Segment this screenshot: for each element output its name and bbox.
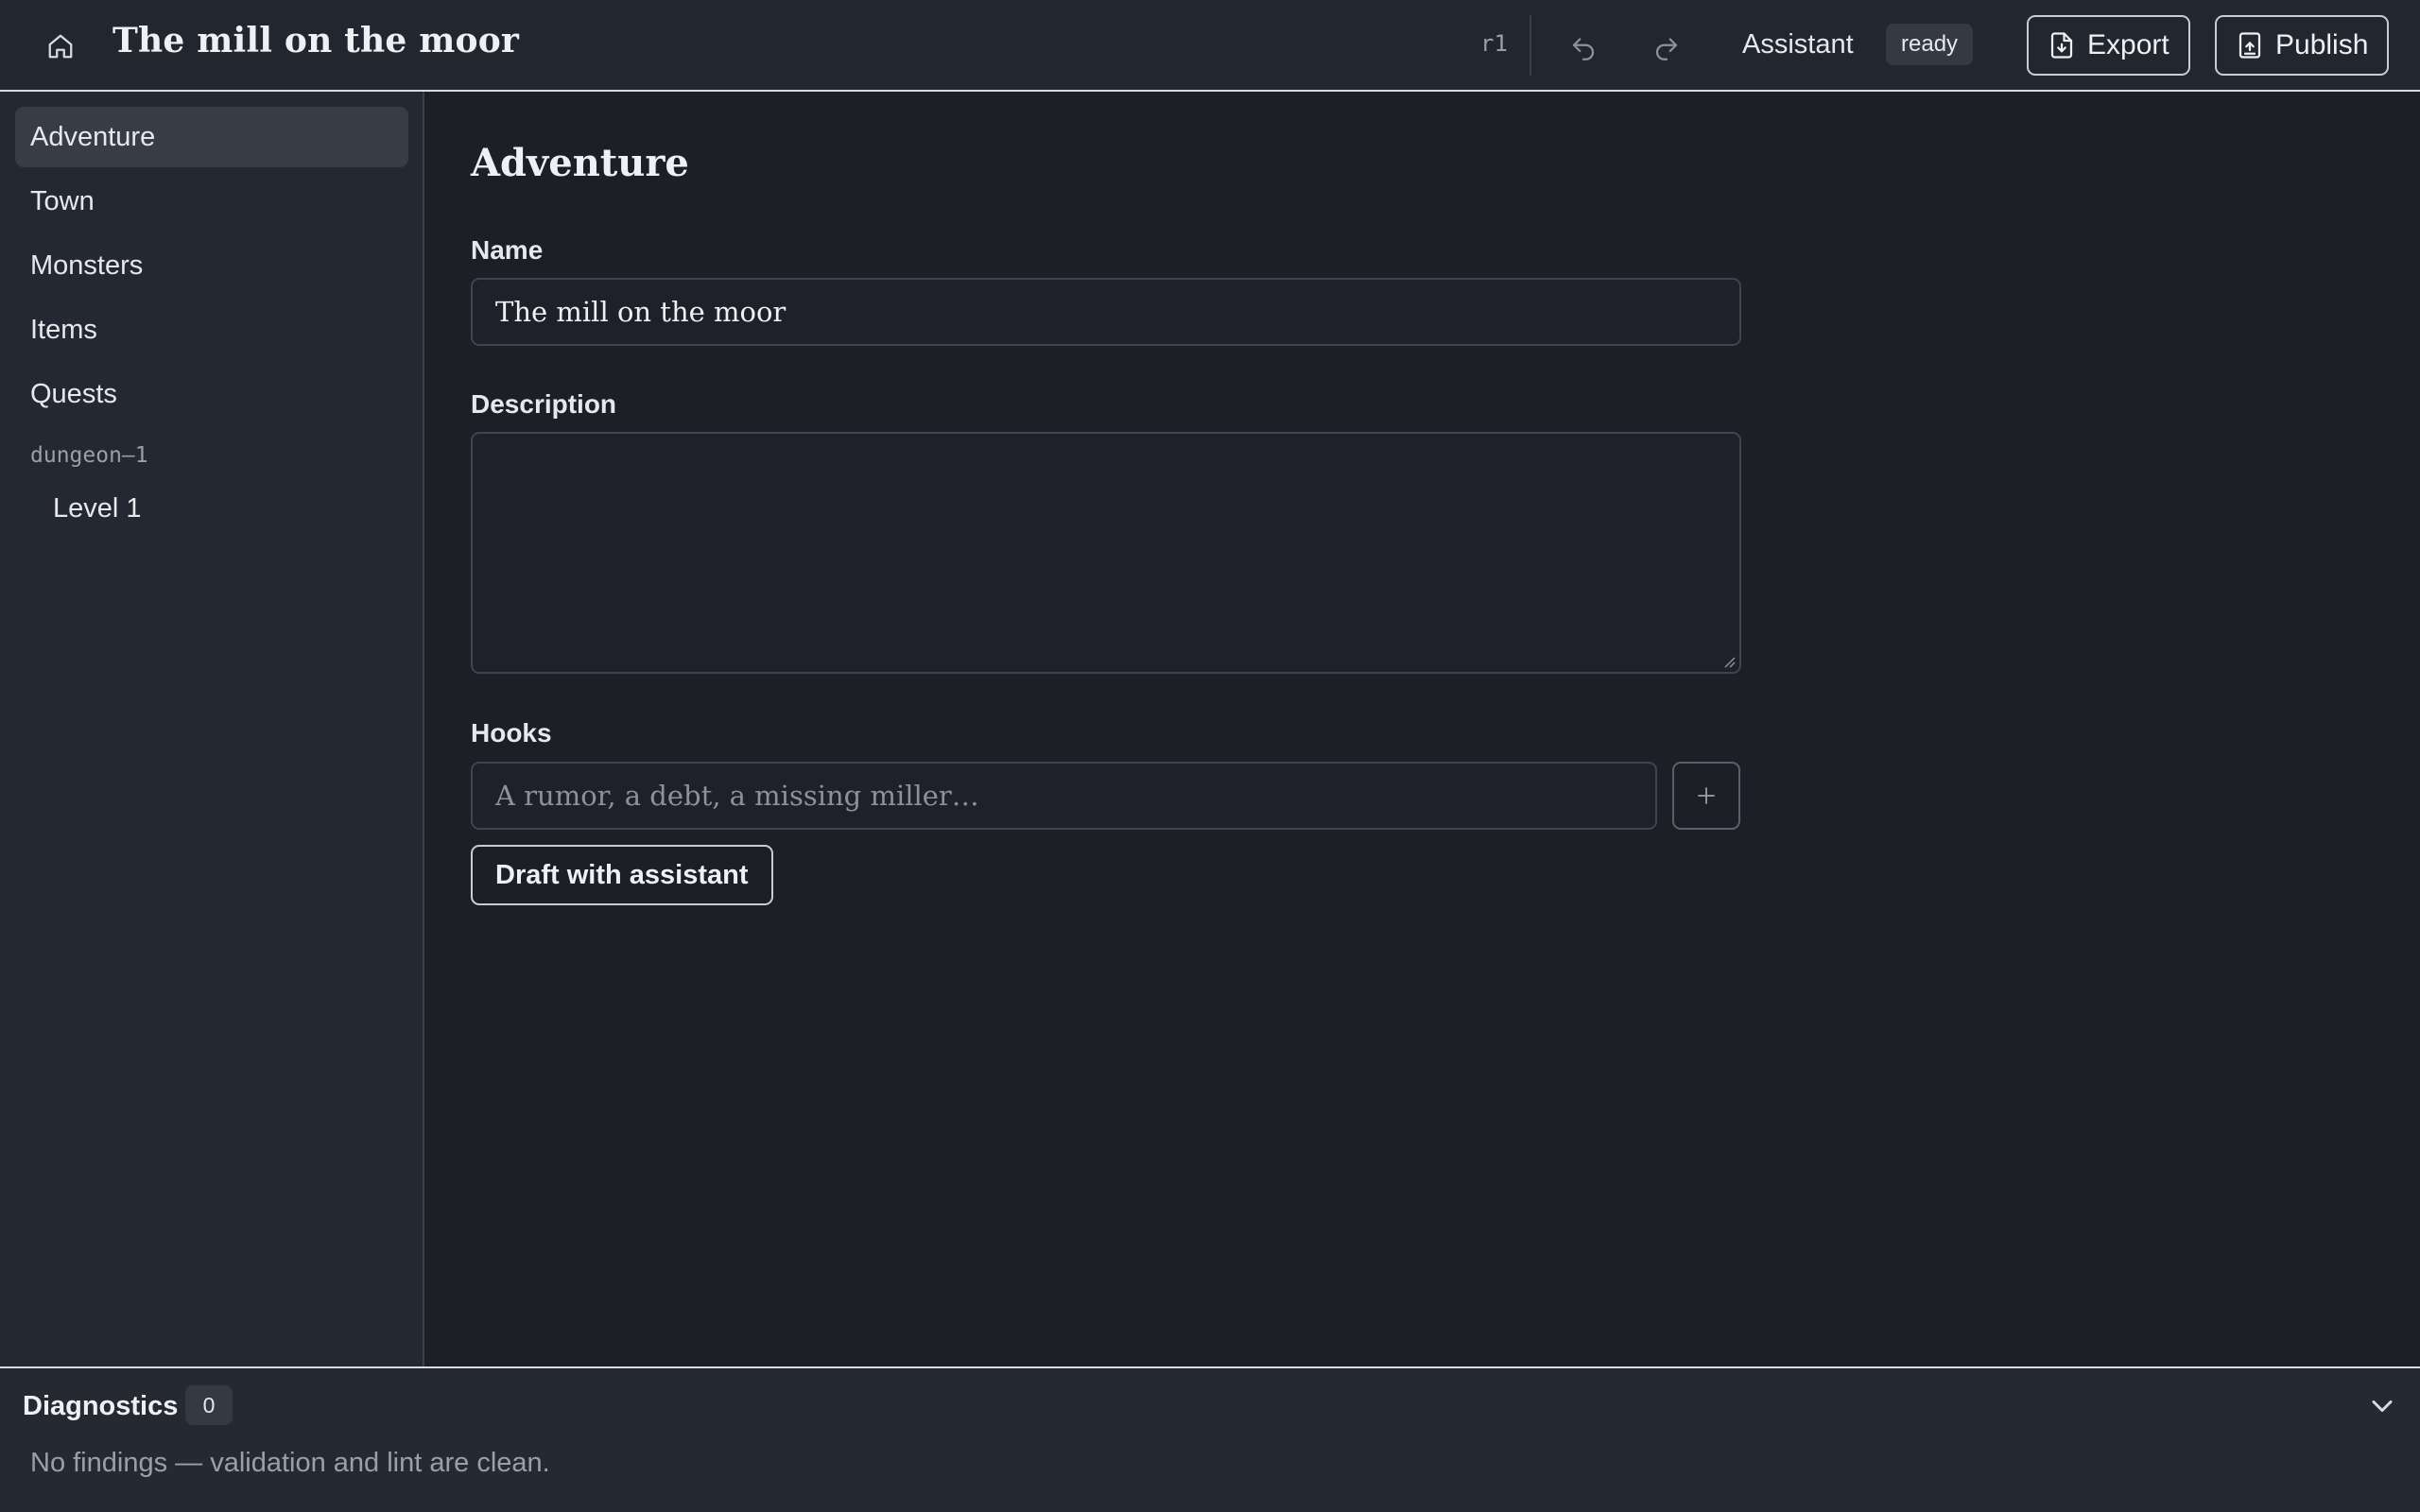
sidebar-item-quests[interactable]: Quests (15, 364, 408, 424)
undo-icon (1572, 38, 1595, 60)
home-icon (48, 34, 73, 59)
publish-label: Publish (2275, 29, 2369, 60)
file-upload-icon (2238, 32, 2261, 59)
add-hook-button[interactable] (1672, 762, 1740, 830)
name-input[interactable]: The mill on the moor (471, 278, 1741, 346)
sidebar: Adventure Town Monsters Items Quests dun… (0, 92, 424, 1366)
sidebar-item-level-1[interactable]: Level 1 (53, 493, 142, 524)
diagnostics-panel: Diagnostics 0 No findings — validation a… (0, 1366, 2420, 1512)
name-label: Name (471, 235, 544, 265)
toolbar-divider (1530, 15, 1531, 76)
revision-label: r1 (1480, 30, 1508, 57)
assistant-status-badge: ready (1886, 24, 1974, 65)
diagnostics-title[interactable]: Diagnostics (23, 1391, 178, 1422)
redo-button[interactable] (1644, 24, 1689, 69)
chevron-down-icon[interactable] (2365, 1389, 2399, 1423)
home-button[interactable] (38, 24, 83, 69)
sidebar-item-items[interactable]: Items (15, 300, 408, 360)
sidebar-item-adventure[interactable]: Adventure (15, 107, 408, 167)
file-download-icon (2050, 32, 2073, 59)
page-title: Adventure (471, 141, 689, 185)
top-bar: The mill on the moor r1 Assistant ready … (0, 0, 2420, 92)
hooks-label: Hooks (471, 718, 552, 747)
publish-button[interactable]: Publish (2215, 15, 2390, 76)
export-label: Export (2087, 29, 2169, 60)
redo-icon (1655, 38, 1678, 60)
draft-with-assistant-button[interactable]: Draft with assistant (471, 845, 773, 905)
adventure-title: The mill on the moor (112, 21, 520, 60)
export-button[interactable]: Export (2027, 15, 2190, 76)
sidebar-item-town[interactable]: Town (15, 171, 408, 232)
undo-button[interactable] (1561, 24, 1606, 69)
sidebar-group-dungeon: dungeon–1 (30, 443, 148, 468)
description-textarea[interactable] (471, 432, 1741, 674)
plus-icon (1698, 787, 1715, 804)
diagnostics-message: No findings — validation and lint are cl… (30, 1448, 550, 1478)
main-content: Adventure Name The mill on the moor Desc… (426, 92, 2420, 1366)
assistant-label[interactable]: Assistant (1742, 29, 1854, 60)
sidebar-item-monsters[interactable]: Monsters (15, 235, 408, 296)
description-label: Description (471, 389, 617, 419)
resize-handle-icon[interactable] (1722, 655, 1736, 668)
hooks-input[interactable]: A rumor, a debt, a missing miller… (471, 762, 1657, 830)
diagnostics-count-badge: 0 (185, 1385, 233, 1425)
